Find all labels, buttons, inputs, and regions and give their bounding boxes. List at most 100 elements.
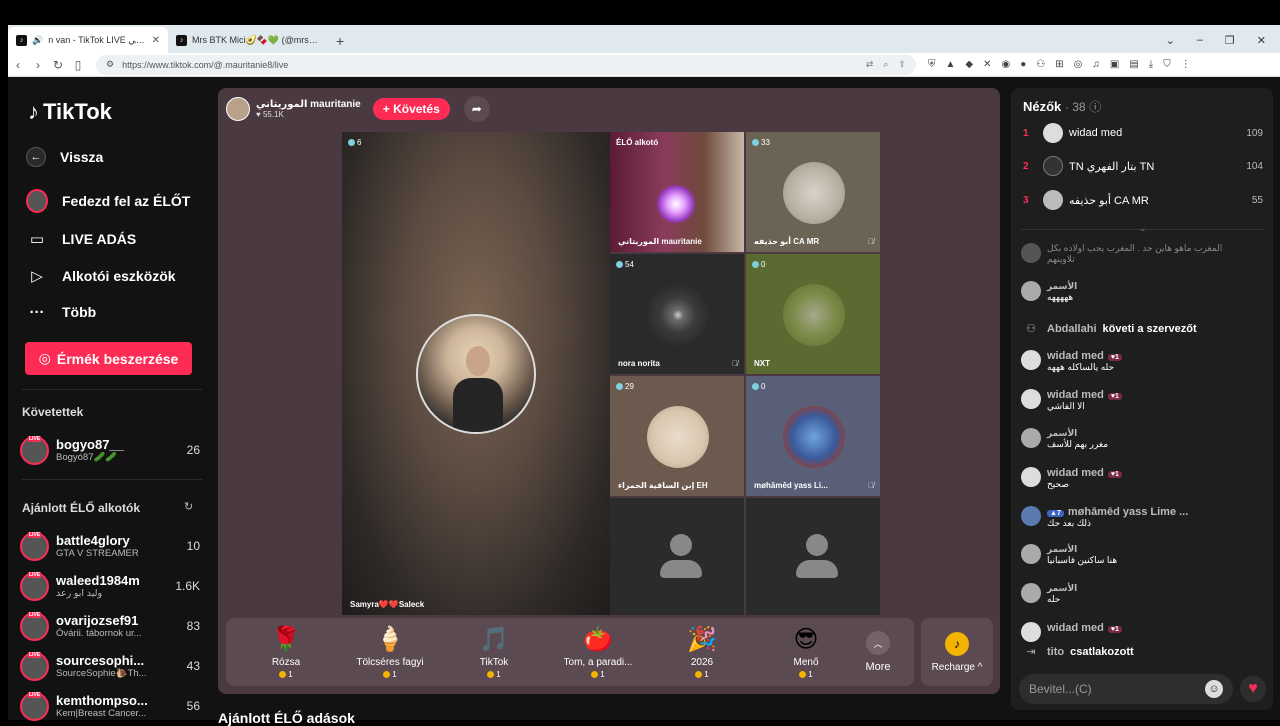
- maximize-icon[interactable]: ❐: [1225, 34, 1235, 47]
- user-name: battle4glory: [56, 533, 130, 548]
- chat-name[interactable]: møhāmēd yass Lime ...: [1068, 506, 1188, 518]
- gift-item[interactable]: 🍅 Tom, a paradi... 1: [546, 625, 650, 679]
- viewer-count: 1.6K: [175, 579, 200, 593]
- chat-name[interactable]: tito: [1047, 646, 1064, 658]
- extension-icon[interactable]: ✕: [983, 59, 991, 70]
- recommended-item[interactable]: LIVE ovarijozsef91 Óvárii. tábornok ur...…: [20, 610, 200, 642]
- refresh-icon[interactable]: ↻: [184, 500, 193, 513]
- reload-icon[interactable]: ↻: [48, 58, 68, 72]
- viewer-count: 26: [186, 443, 200, 457]
- chat-name[interactable]: widad med: [1047, 350, 1104, 362]
- browser-tab[interactable]: ♪ Mrs BTK Mici🥑🍫💚 (@mrsbtk) ..: [168, 27, 328, 53]
- browser-tab-active[interactable]: ♪ 🔊 n van - TikTok LIVE الموريتاني ✕: [8, 27, 168, 53]
- follow-button[interactable]: + Követés: [372, 98, 450, 120]
- nav-creator-tools[interactable]: ▷ Alkotói eszközök: [26, 265, 175, 287]
- extension-icon[interactable]: ⊞: [1055, 59, 1063, 70]
- zoom-icon[interactable]: ⌕: [883, 59, 888, 70]
- extension-icon[interactable]: ▲: [946, 59, 956, 70]
- chat-name[interactable]: widad med: [1047, 622, 1104, 634]
- rose-icon: 🌹: [271, 626, 301, 653]
- guest-tile[interactable]: 0 møhāmēd yass Li... 🎙̸: [746, 376, 880, 496]
- downloads-icon[interactable]: ⤓: [1149, 59, 1153, 70]
- tiktok-logo[interactable]: ♪ TikTok: [28, 99, 112, 125]
- bookmark-icon[interactable]: ▯: [68, 58, 88, 72]
- chevron-down-icon[interactable]: ⌄: [1139, 223, 1147, 234]
- like-heart-button[interactable]: ♥: [1240, 676, 1266, 702]
- get-coins-button[interactable]: ◎ Érmék beszerzése: [25, 342, 192, 375]
- wallet-icon[interactable]: ▤: [1129, 59, 1138, 70]
- extension-icon[interactable]: ⚇: [1036, 59, 1045, 70]
- recommended-item[interactable]: LIVE battle4glory GTA V STREAMER 10: [20, 530, 200, 562]
- extension-icon[interactable]: ●: [1020, 59, 1026, 70]
- recommended-item[interactable]: LIVE waleed1984m وليد ابو رعد 1.6K: [20, 570, 200, 602]
- extension-icon[interactable]: ⛨: [928, 59, 936, 70]
- nav-live[interactable]: ▭ LIVE ADÁS: [26, 228, 136, 250]
- viewer-count: 0: [761, 382, 766, 391]
- emoji-icon[interactable]: ☺: [1205, 680, 1223, 698]
- gift-item[interactable]: 🎉 2026 1: [650, 625, 754, 679]
- info-icon[interactable]: ⓘ: [1089, 100, 1101, 114]
- share-icon[interactable]: ⇪: [898, 59, 906, 70]
- top-viewer[interactable]: 2 TN بتار الفهري TN 104: [1023, 154, 1263, 178]
- recommended-item[interactable]: LIVE kemthompso... Kem|Breast Cancer... 5…: [20, 690, 200, 722]
- gift-item[interactable]: 🎵 TikTok 1: [442, 625, 546, 679]
- shield-icon[interactable]: ⛉: [1163, 59, 1171, 70]
- chat-text: هههههه: [1047, 292, 1074, 302]
- guest-tile[interactable]: 54 nora norita 🎙̸: [610, 254, 744, 374]
- tab-list-icon[interactable]: ⌄: [1166, 34, 1175, 47]
- back-link[interactable]: ← Vissza: [26, 147, 103, 167]
- nav-explore-live[interactable]: Fedezd fel az ÉLŐT: [26, 189, 190, 213]
- viewer-count: 83: [186, 619, 200, 633]
- extension-icon[interactable]: ◆: [965, 59, 973, 70]
- translate-icon[interactable]: ⇄: [866, 59, 874, 70]
- chat-text: حله: [1047, 594, 1061, 604]
- guest-tile[interactable]: 29 إبن الساقية الحمراء EH: [610, 376, 744, 496]
- empty-guest-slot[interactable]: [610, 498, 744, 615]
- chat-name[interactable]: الأسمر: [1047, 583, 1077, 594]
- media-icon[interactable]: ♫: [1092, 59, 1100, 70]
- logo-text: TikTok: [43, 99, 112, 124]
- menu-dots-icon[interactable]: ⋮: [1181, 59, 1191, 70]
- nav-more[interactable]: ··· Több: [26, 301, 97, 323]
- site-settings-icon[interactable]: ⚙: [106, 59, 114, 70]
- chat-name[interactable]: Abdallahi: [1047, 323, 1097, 335]
- close-tab-icon[interactable]: ✕: [152, 35, 160, 46]
- extension-icon[interactable]: ◉: [1002, 59, 1011, 70]
- top-viewer[interactable]: 1 widad med 109: [1023, 121, 1263, 145]
- top-viewer[interactable]: 3 أبو حذيفه CA MR 55: [1023, 188, 1263, 212]
- minimize-icon[interactable]: –: [1197, 34, 1203, 47]
- following-item[interactable]: LIVE bogyo87__ Bogyó87🥒🥒 26: [20, 434, 200, 466]
- top-black-strip: [0, 0, 1280, 25]
- more-gifts-button[interactable]: ︿ More: [858, 631, 898, 673]
- guest-tile[interactable]: 33 أبو حذيفه CA MR 🎙̸: [746, 132, 880, 252]
- chat-name[interactable]: widad med: [1047, 467, 1104, 479]
- avatar: [1043, 123, 1063, 143]
- recommended-item[interactable]: LIVE sourcesophi... SourceSophie🐌Th... 43: [20, 650, 200, 682]
- guest-tile[interactable]: 0 NXT: [746, 254, 880, 374]
- coin-icon: [799, 671, 807, 678]
- chat-name[interactable]: الأسمر: [1047, 281, 1077, 292]
- empty-guest-slot[interactable]: [746, 498, 880, 615]
- guest-tile-creator[interactable]: ÉLŐ alkotó الموريتاني mauritanie: [610, 132, 744, 252]
- host-avatar[interactable]: [226, 97, 250, 121]
- gift-item[interactable]: 😎 Menő 1: [754, 625, 858, 679]
- forward-arrow-icon[interactable]: ›: [28, 58, 48, 72]
- host-name[interactable]: الموريتاني mauritanie: [256, 99, 361, 110]
- recharge-button[interactable]: ♪ Recharge ^: [921, 618, 993, 686]
- main-video[interactable]: 6 Samyra❤️❤️Saleck: [342, 132, 610, 615]
- url-field[interactable]: ⚙ https://www.tiktok.com/@.mauritanie8/l…: [96, 54, 916, 75]
- tile-label: NXT: [754, 359, 770, 368]
- gift-item[interactable]: 🌹 Rózsa 1: [234, 625, 338, 679]
- share-button[interactable]: ➦: [463, 96, 490, 122]
- chat-name[interactable]: widad med: [1047, 389, 1104, 401]
- back-arrow-icon[interactable]: ‹: [8, 58, 28, 72]
- sidebar-toggle-icon[interactable]: ▣: [1110, 59, 1119, 70]
- chat-name[interactable]: الأسمر: [1047, 544, 1117, 555]
- close-window-icon[interactable]: ✕: [1257, 34, 1266, 47]
- extension-icon[interactable]: ◎: [1074, 59, 1083, 70]
- chat-input[interactable]: Bevitel...(C) ☺: [1019, 674, 1233, 704]
- chat-name[interactable]: الأسمر: [1047, 428, 1108, 439]
- avatar: [1021, 506, 1041, 526]
- gift-item[interactable]: 🍦 Tölcséres fagyi 1: [338, 625, 442, 679]
- new-tab-icon[interactable]: +: [328, 33, 352, 53]
